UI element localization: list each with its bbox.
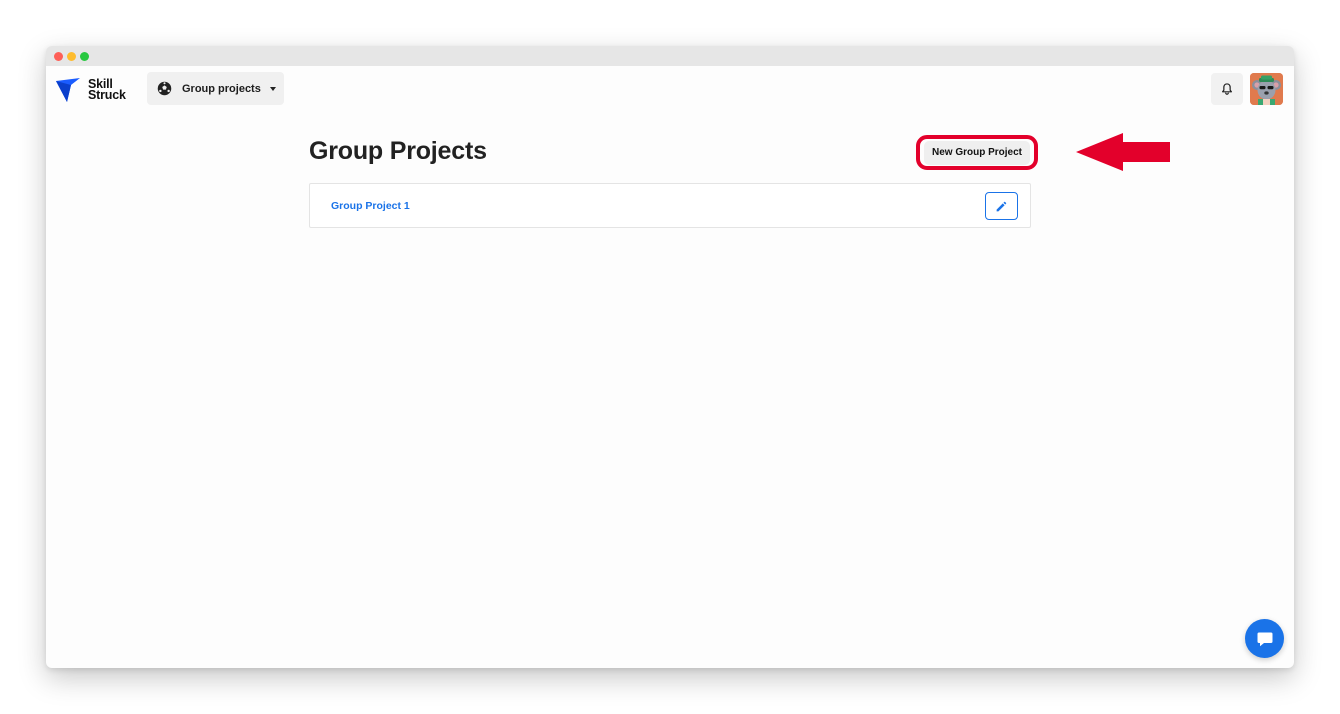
skill-struck-logo-icon [56, 78, 80, 102]
page-title: Group Projects [309, 137, 487, 165]
chat-icon [1257, 632, 1272, 646]
notifications-button[interactable] [1211, 73, 1243, 105]
pencil-icon [996, 201, 1007, 211]
logo-text: Skill Struck [88, 78, 126, 102]
project-link[interactable]: Group Project 1 [331, 200, 410, 212]
bell-icon [1222, 83, 1232, 95]
chat-button[interactable] [1245, 619, 1284, 658]
minimize-window-button[interactable] [67, 52, 76, 61]
koala-avatar-icon [1250, 73, 1283, 105]
project-list-item: Group Project 1 [309, 183, 1031, 228]
new-group-project-button[interactable]: New Group Project [924, 140, 1030, 165]
soccer-ball-icon [157, 81, 172, 96]
group-projects-dropdown[interactable]: Group projects [147, 72, 284, 105]
user-avatar[interactable] [1250, 73, 1283, 105]
highlight-ring: New Group Project [916, 135, 1038, 170]
annotation-arrow-icon [1076, 133, 1170, 171]
edit-project-button[interactable] [985, 192, 1018, 220]
maximize-window-button[interactable] [80, 52, 89, 61]
window-titlebar [46, 46, 1294, 66]
close-window-button[interactable] [54, 52, 63, 61]
chevron-down-icon [269, 86, 276, 91]
logo-line-2: Struck [88, 88, 126, 102]
group-projects-dropdown-label: Group projects [182, 82, 261, 95]
skill-struck-logo[interactable]: Skill Struck [55, 76, 145, 104]
